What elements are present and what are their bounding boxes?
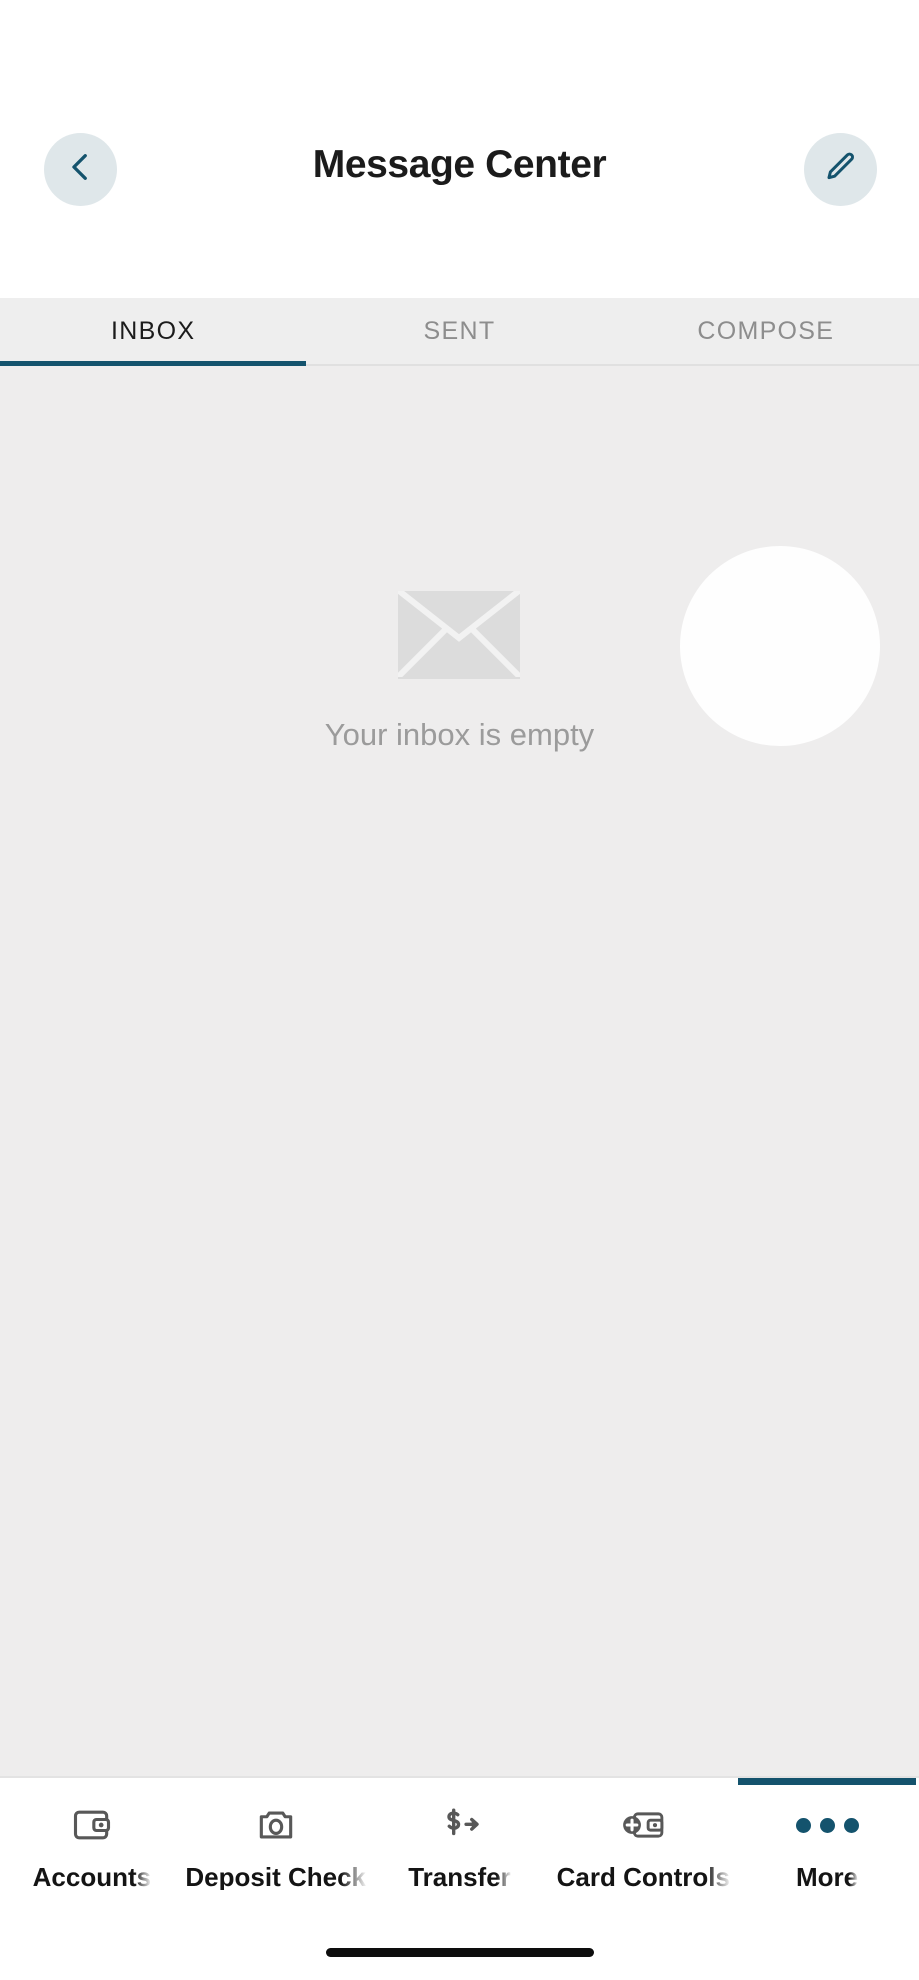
nav-label-transfer: Transfer: [408, 1864, 511, 1890]
home-indicator-area: [0, 1924, 919, 1980]
nav-item-accounts[interactable]: Accounts: [0, 1800, 184, 1890]
inbox-content-area: Your inbox is empty: [0, 366, 919, 1760]
tab-compose-label: COMPOSE: [697, 316, 835, 345]
content-bottom-gap: [0, 1760, 919, 1776]
card-plus-icon: [619, 1800, 667, 1850]
wallet-icon: [70, 1800, 114, 1850]
pencil-edit-icon: [824, 150, 858, 189]
tab-compose[interactable]: COMPOSE: [613, 298, 919, 364]
nav-label-card-controls: Card Controls: [556, 1864, 730, 1890]
envelope-icon: [398, 591, 521, 679]
tab-sent-label: SENT: [423, 316, 496, 345]
compose-spotlight-highlight: [680, 546, 880, 746]
back-button[interactable]: [44, 133, 117, 206]
nav-item-transfer[interactable]: Transfer: [368, 1800, 552, 1890]
nav-item-more[interactable]: More: [735, 1778, 919, 1890]
dollar-arrow-icon: [436, 1800, 482, 1850]
nav-label-accounts: Accounts: [32, 1864, 152, 1890]
app-header: Message Center: [0, 108, 919, 298]
active-indicator: [738, 1778, 916, 1785]
empty-state-message: Your inbox is empty: [324, 717, 595, 752]
bottom-navigation-bar: Accounts Deposit Check Transfer Card Con…: [0, 1776, 919, 1924]
chevron-left-icon: [64, 150, 98, 189]
message-tabs: INBOX SENT COMPOSE: [0, 298, 919, 366]
camera-icon: [254, 1800, 298, 1850]
mobile-app-screen: Message Center INBOX SENT COMPOSE Your i…: [0, 0, 919, 1980]
home-indicator-bar: [325, 1947, 594, 1957]
tab-inbox-label: INBOX: [111, 316, 196, 345]
nav-label-deposit-check: Deposit Check: [185, 1864, 366, 1890]
tab-inbox[interactable]: INBOX: [0, 298, 307, 366]
nav-label-more: More: [796, 1864, 859, 1890]
page-title: Message Center: [312, 143, 607, 186]
nav-item-deposit-check[interactable]: Deposit Check: [184, 1800, 368, 1890]
tab-sent[interactable]: SENT: [306, 298, 612, 364]
status-bar-safe-area: [0, 0, 919, 108]
empty-state: Your inbox is empty: [325, 591, 594, 750]
ellipsis-icon: [795, 1800, 859, 1850]
nav-item-card-controls[interactable]: Card Controls: [551, 1800, 735, 1890]
compose-button[interactable]: [804, 133, 877, 206]
